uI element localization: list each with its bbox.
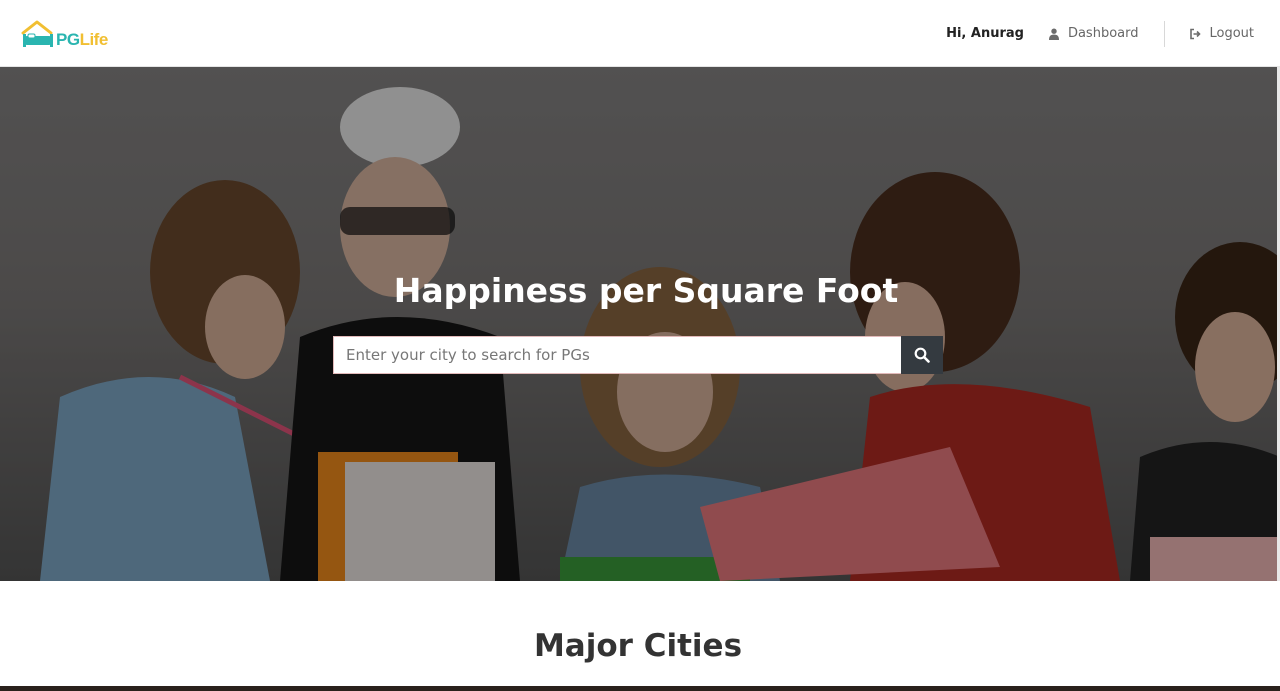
pglife-logo[interactable]: PGLife [20, 20, 120, 52]
user-nav: Hi, Anurag Dashboard Logout [946, 0, 1254, 67]
sign-out-icon [1190, 28, 1202, 39]
logo-text: PGLife [56, 30, 108, 50]
logo-life: Life [79, 30, 109, 49]
user-icon [1048, 28, 1059, 40]
logout-link[interactable]: Logout [1189, 26, 1254, 41]
city-search-form [333, 336, 943, 374]
dashboard-link[interactable]: Dashboard [1048, 26, 1139, 41]
hero-title: Happiness per Square Foot [393, 271, 899, 310]
nav-divider [1164, 20, 1166, 47]
user-greeting: Hi, Anurag [946, 26, 1024, 41]
dashboard-label: Dashboard [1067, 26, 1139, 41]
house-logo-icon [21, 20, 53, 47]
cities-row-preview [0, 686, 1280, 691]
hero-overlay [0, 67, 1280, 581]
city-search-input[interactable] [333, 336, 901, 374]
major-cities-heading: Major Cities [533, 628, 743, 664]
logo-pg: PG [56, 30, 80, 49]
top-navbar: PGLife Hi, Anurag Dashboard Logout [0, 0, 1280, 67]
logout-label: Logout [1209, 26, 1254, 41]
hero-banner: Happiness per Square Foot [0, 67, 1280, 581]
search-button[interactable] [901, 336, 943, 374]
search-icon [914, 347, 930, 363]
